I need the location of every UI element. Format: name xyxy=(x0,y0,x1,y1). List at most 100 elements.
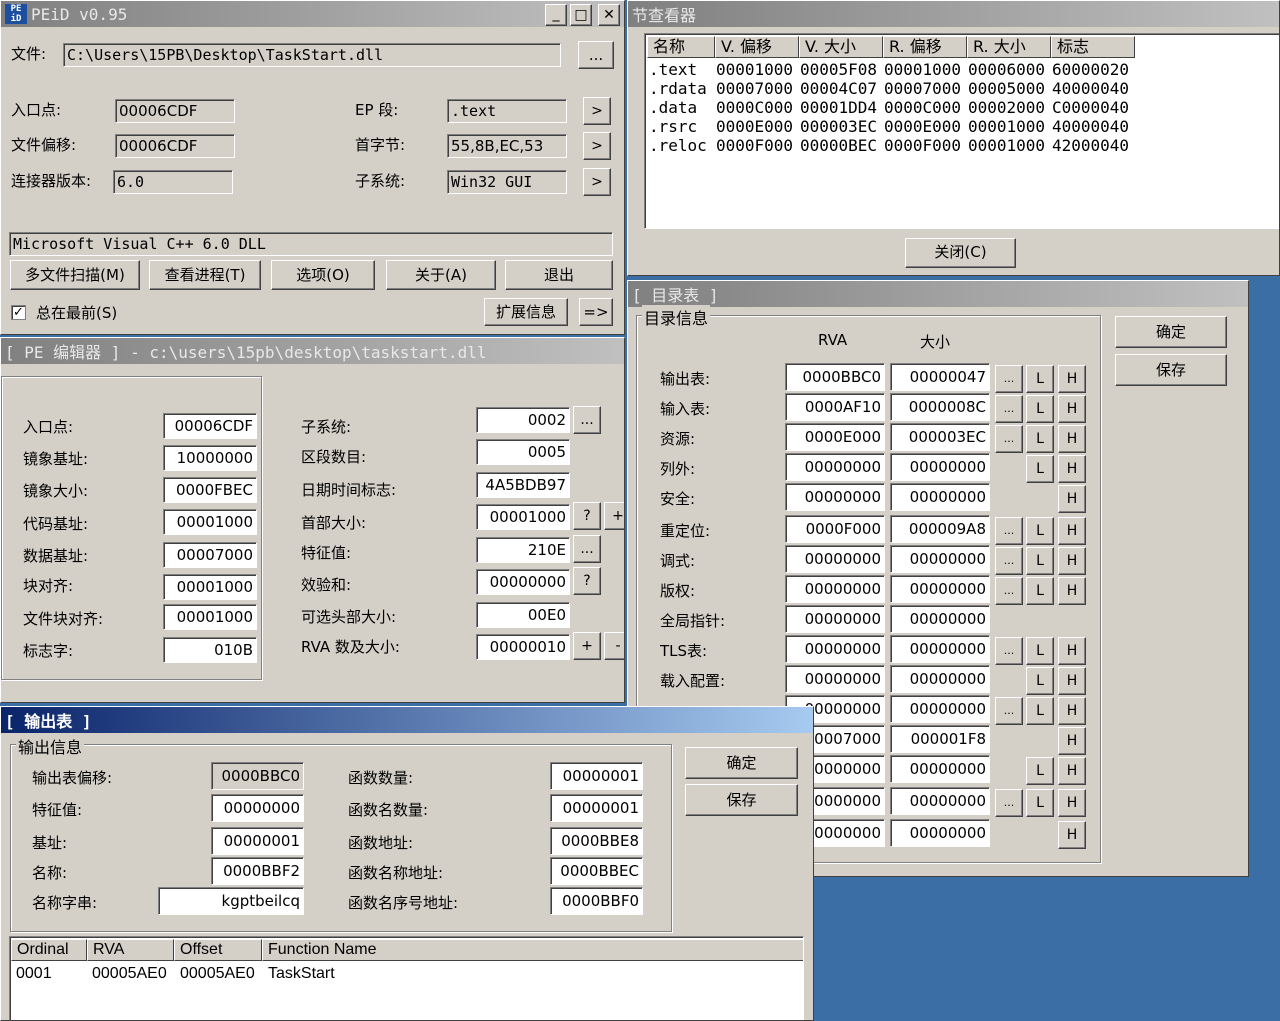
section-row[interactable]: .text 00001000 00005F08 00001000 00006000 600… xyxy=(645,60,1275,79)
directory-H-button[interactable]: H xyxy=(1058,637,1086,665)
col-header-voffset[interactable]: V. 偏移 xyxy=(715,36,799,58)
export-field-value[interactable]: 0000BBE8 xyxy=(550,827,643,855)
linker-field[interactable]: 6.0 xyxy=(113,170,233,194)
section-row[interactable]: .rsrc 0000E000 000003EC 0000E000 00001000 400… xyxy=(645,117,1275,136)
directory-rva-field[interactable]: 00000000 xyxy=(785,545,885,573)
directory-size-field[interactable]: 000003EC xyxy=(890,423,990,451)
pe-field-value[interactable]: 10000000 xyxy=(163,445,257,471)
characteristics-details-button[interactable]: ... xyxy=(573,535,601,563)
directory-size-field[interactable]: 00000047 xyxy=(890,363,990,391)
directory-details-button[interactable]: ... xyxy=(995,365,1023,393)
directory-L-button[interactable]: L xyxy=(1026,789,1054,817)
directory-titlebar[interactable]: [ 目录表 ] xyxy=(628,281,1248,307)
export-titlebar[interactable]: [ 输出表 ] xyxy=(1,707,813,733)
directory-size-field[interactable]: 00000000 xyxy=(890,695,990,723)
directory-H-button[interactable]: H xyxy=(1058,425,1086,453)
directory-H-button[interactable]: H xyxy=(1058,757,1086,785)
directory-rva-field[interactable]: 00000000 xyxy=(785,635,885,663)
directory-size-field[interactable]: 00000000 xyxy=(890,787,990,815)
directory-rva-field[interactable]: 00000000 xyxy=(785,605,885,633)
rva-count-minus-button[interactable]: - xyxy=(604,632,624,660)
pe-editor-titlebar[interactable]: [ PE 编辑器 ] - c:\users\15pb\desktop\tasks… xyxy=(1,338,624,364)
header-size-plus-button[interactable]: + xyxy=(604,502,624,530)
directory-L-button[interactable]: L xyxy=(1026,425,1054,453)
directory-H-button[interactable]: H xyxy=(1058,789,1086,817)
subsystem-field[interactable]: Win32 GUI xyxy=(447,170,567,194)
file-offset-field[interactable]: 00006CDF xyxy=(115,134,235,158)
export-field-value[interactable]: 00000001 xyxy=(550,762,643,790)
directory-details-button[interactable]: ... xyxy=(995,547,1023,575)
directory-rva-field[interactable]: 0000BBC0 xyxy=(785,363,885,391)
checksum-help-button[interactable]: ? xyxy=(573,567,601,595)
section-row[interactable]: .reloc 0000F000 00000BEC 0000F000 00001000 42… xyxy=(645,136,1275,155)
more-button[interactable]: => xyxy=(579,298,613,326)
directory-size-field[interactable]: 00000000 xyxy=(890,545,990,573)
directory-L-button[interactable]: L xyxy=(1026,365,1054,393)
pe-field-value[interactable]: 00000010 xyxy=(476,634,570,660)
section-row[interactable]: .data 0000C000 00001DD4 0000C000 00002000 C00… xyxy=(645,98,1275,117)
subsystem-details-button[interactable]: ... xyxy=(573,406,601,434)
pe-field-value[interactable]: 4A5BDB97 xyxy=(476,472,570,498)
exit-button[interactable]: 退出 xyxy=(505,260,613,290)
export-field-value[interactable]: 0000BBC0 xyxy=(211,762,304,790)
first-byte-field[interactable]: 55,8B,EC,53 xyxy=(447,134,567,158)
directory-size-field[interactable]: 000009A8 xyxy=(890,515,990,543)
minimize-button[interactable]: _ xyxy=(545,4,567,26)
directory-H-button[interactable]: H xyxy=(1058,517,1086,545)
directory-L-button[interactable]: L xyxy=(1026,667,1054,695)
directory-L-button[interactable]: L xyxy=(1026,547,1054,575)
directory-details-button[interactable]: ... xyxy=(995,789,1023,817)
section-close-button[interactable]: 关闭(C) xyxy=(905,238,1016,268)
directory-size-field[interactable]: 00000000 xyxy=(890,453,990,481)
directory-L-button[interactable]: L xyxy=(1026,757,1054,785)
export-field-value[interactable]: 00000001 xyxy=(550,794,643,822)
export-save-button[interactable]: 保存 xyxy=(685,784,798,816)
file-path-field[interactable]: C:\Users\15PB\Desktop\TaskStart.dll xyxy=(63,43,561,67)
directory-ok-button[interactable]: 确定 xyxy=(1115,316,1227,348)
pe-field-value[interactable]: 00001000 xyxy=(163,604,257,630)
directory-size-field[interactable]: 00000000 xyxy=(890,575,990,603)
directory-L-button[interactable]: L xyxy=(1026,637,1054,665)
entry-field[interactable]: 00006CDF xyxy=(115,99,235,123)
pe-field-value[interactable]: 00000000 xyxy=(476,569,570,595)
rva-count-plus-button[interactable]: + xyxy=(573,632,601,660)
first-byte-arrow-button[interactable]: > xyxy=(583,132,611,160)
directory-L-button[interactable]: L xyxy=(1026,517,1054,545)
export-field-value[interactable]: 00000000 xyxy=(211,794,304,822)
pe-field-value[interactable]: 00007000 xyxy=(163,542,257,568)
directory-details-button[interactable]: ... xyxy=(995,425,1023,453)
col-header-vsize[interactable]: V. 大小 xyxy=(799,36,883,58)
pe-field-value[interactable]: 0002 xyxy=(476,407,570,433)
always-on-top-checkbox[interactable]: ✓ xyxy=(11,305,26,320)
directory-L-button[interactable]: L xyxy=(1026,697,1054,725)
about-button[interactable]: 关于(A) xyxy=(386,260,496,290)
col-header-name[interactable]: 名称 xyxy=(647,36,715,58)
directory-details-button[interactable]: ... xyxy=(995,517,1023,545)
directory-H-button[interactable]: H xyxy=(1058,365,1086,393)
export-ok-button[interactable]: 确定 xyxy=(685,747,798,779)
pe-field-value[interactable]: 00E0 xyxy=(476,602,570,628)
directory-H-button[interactable]: H xyxy=(1058,455,1086,483)
directory-rva-field[interactable]: 0000E000 xyxy=(785,423,885,451)
pe-field-value[interactable]: 00006CDF xyxy=(163,413,257,439)
directory-L-button[interactable]: L xyxy=(1026,577,1054,605)
section-viewer-titlebar[interactable]: 节查看器 xyxy=(628,1,1279,27)
directory-H-button[interactable]: H xyxy=(1058,667,1086,695)
pe-field-value[interactable]: 0005 xyxy=(476,439,570,465)
pe-field-value[interactable]: 00001000 xyxy=(163,574,257,600)
directory-rva-field[interactable]: 00000000 xyxy=(785,483,885,511)
directory-details-button[interactable]: ... xyxy=(995,697,1023,725)
pe-field-value[interactable]: 00001000 xyxy=(163,509,257,535)
export-function-row[interactable]: 0001 00005AE0 00005AE0 TaskStart xyxy=(10,965,800,985)
browse-button[interactable]: ... xyxy=(578,41,614,69)
directory-H-button[interactable]: H xyxy=(1058,821,1086,849)
directory-save-button[interactable]: 保存 xyxy=(1115,354,1227,386)
directory-H-button[interactable]: H xyxy=(1058,395,1086,423)
extended-info-button[interactable]: 扩展信息 xyxy=(484,298,568,326)
col-header-rsize[interactable]: R. 大小 xyxy=(967,36,1051,58)
always-on-top-label[interactable]: 总在最前(S) xyxy=(36,302,117,323)
directory-rva-field[interactable]: 00000000 xyxy=(785,453,885,481)
directory-size-field[interactable]: 00000000 xyxy=(890,483,990,511)
directory-H-button[interactable]: H xyxy=(1058,547,1086,575)
directory-size-field[interactable]: 0000008C xyxy=(890,393,990,421)
